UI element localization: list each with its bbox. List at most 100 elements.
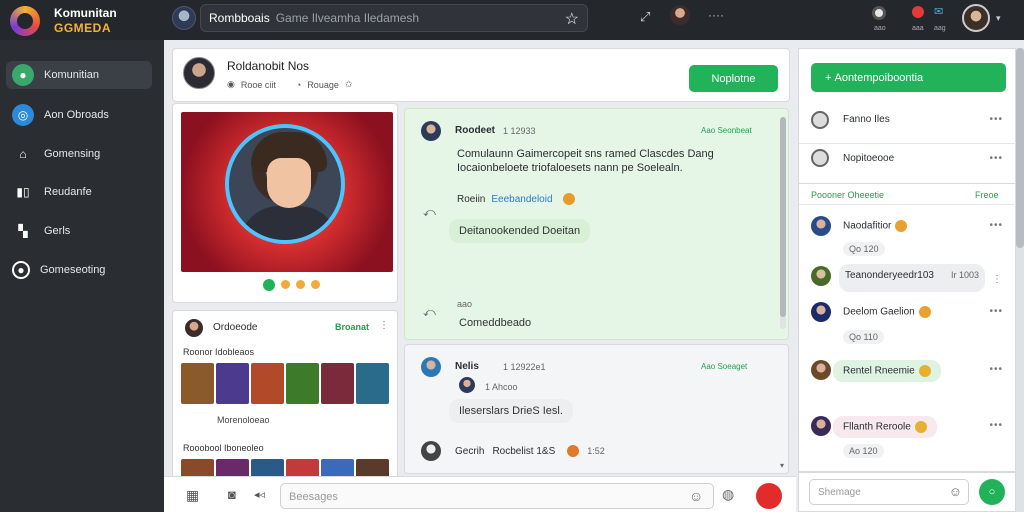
member-name[interactable]: Deelom Gaelion [843,307,915,318]
sticker-icon[interactable]: ◍ [722,486,734,503]
app-logo-icon[interactable] [10,6,40,36]
download-icon [811,149,829,167]
sidebar-item-gaming[interactable]: ⌂ Gomensing [6,140,152,168]
reply-icon[interactable]: ⤺ [423,205,436,220]
gallery-thumb[interactable] [216,363,249,404]
member-name[interactable]: Fllanth Reroole [843,422,911,433]
message-bubble: Deitanookended Doeitan [449,219,591,243]
member-name[interactable]: Rentel Rneemie [843,366,915,377]
sidebar-item-community[interactable]: ● Komunitian [6,61,152,89]
profile-avatar[interactable] [183,57,215,89]
more-icon[interactable]: ••• [989,153,1003,164]
user-avatar-small[interactable] [670,5,690,25]
more-icon[interactable]: ••• [989,420,1003,431]
emoji-picker-icon[interactable]: ☺ [689,488,703,504]
more-icon[interactable]: ••• [989,306,1003,317]
sidebar-item-settings[interactable]: ● Gomeseoting [6,256,152,284]
location-icon: ◉ [227,79,235,89]
new-discussion-button[interactable]: + Aontempoiboontia [811,63,1006,92]
chat-thread: Roodeet 1 12933 Aao Seonbeat Comulaunn G… [404,108,789,340]
message-bubble: Comeddbeado [459,317,532,329]
emoji-icon [562,193,575,205]
gallery-section-title-2: Rooobool Iboneoleo [183,443,264,453]
record-button[interactable] [756,483,782,509]
profile-header: Roldanobit Nos ◉ Rooe ciit ◔ Rouage ✩ No… [172,48,790,102]
send-button[interactable]: ○ [979,479,1005,505]
member-avatar[interactable] [811,360,831,380]
gallery-thumb[interactable] [356,363,389,404]
gallery-thumb[interactable] [321,363,354,404]
sidebar-item-reports[interactable]: ▮▯ Reudanfe [6,178,152,206]
gallery-thumb[interactable] [181,363,214,404]
hero-card [172,103,398,303]
more-icon[interactable]: ••• [989,220,1003,231]
more-dots-icon[interactable]: ···· [708,8,724,22]
expand-icon[interactable]: ⤢ [640,9,650,25]
message-avatar[interactable] [421,357,441,377]
gallery-user-name: Ordoeode [213,322,258,333]
channel-avatar[interactable] [172,6,196,30]
sidebar-item-about[interactable]: ◎ Aon Obroads [6,101,152,129]
panel-item-label[interactable]: Nopitoeooe [843,153,894,164]
status-icon[interactable] [872,6,886,20]
message-tag[interactable]: Aao Soeaget [701,362,747,371]
reply-avatar[interactable] [459,377,475,393]
more-icon[interactable]: ⋮ [992,274,1003,285]
reply-icon[interactable]: ⤺ [423,305,436,320]
message-tag[interactable]: Aao Seonbeat [701,126,752,135]
camera-icon[interactable]: ◙ [228,487,236,502]
member-avatar[interactable] [811,302,831,322]
gallery-thumb[interactable] [286,363,319,404]
scrollbar[interactable] [780,117,786,329]
more-icon[interactable]: ••• [989,364,1003,375]
gallery-user-avatar[interactable] [185,319,203,337]
more-icon[interactable]: ••• [989,114,1003,125]
grid-icon[interactable]: ▦ [186,487,199,504]
emoji-icon [918,365,931,377]
members-link[interactable]: Freoe [975,190,999,200]
emoji-icon [914,421,927,433]
message-text: Comulaunn Gaimercopeit sns ramed Clascde… [457,148,714,174]
member-avatar[interactable] [811,216,831,236]
sidebar-item-gerls[interactable]: ▚ Gerls [6,217,152,245]
star-icon[interactable]: ✩ [345,79,353,90]
emoji-picker-icon[interactable]: ☺ [949,484,962,499]
gallery-caption: Morenoloeao [217,415,270,425]
carousel-dots[interactable] [263,279,320,291]
sidebar-item-label: Gomeseoting [40,264,106,276]
member-name[interactable]: Naodafitior [843,221,891,232]
notification-icon[interactable] [912,6,924,18]
right-composer: Shemage ☺ ○ [798,472,1016,512]
right-message-placeholder: Shemage [818,487,861,498]
more-icon[interactable]: ⋮ [379,320,389,331]
message-avatar[interactable] [421,441,441,461]
chevron-down-icon[interactable]: ▾ [996,13,1001,24]
message-input[interactable]: Beesages ☺ [280,483,714,509]
emoji-icon [567,445,580,457]
follow-button[interactable]: Noplotne [689,65,778,92]
chat-icon[interactable]: ✉ [934,5,943,18]
member-avatar[interactable] [811,416,831,436]
composer-bar: ▦ ◙ ◂◃ Beesages ☺ ◍ [164,476,796,512]
audio-icon[interactable]: ◂◃ [254,488,265,501]
profile-avatar[interactable] [962,4,990,32]
right-message-input[interactable]: Shemage ☺ [809,479,969,505]
chart-icon: ▮▯ [16,185,30,199]
sidebar-item-label: Komunitian [44,69,100,81]
member-avatar[interactable] [811,266,831,286]
message-avatar[interactable] [421,121,441,141]
member-status: Qo 120 [843,242,885,256]
circle-icon: ● [12,261,30,279]
panel-item-label[interactable]: Fanno Iles [843,114,890,125]
top-bar: Komunitan GGMEDA Rombboais Game Ilveamha… [0,0,1024,40]
gallery-thumb[interactable] [251,363,284,404]
search-bar[interactable]: Rombboais Game Ilveamha Iledamesh ☆ [200,4,588,32]
message-bubble: Ileserslars DrieS Iesl. [449,399,573,423]
member-status: Ir 1003 [950,270,979,280]
scroll-down-icon[interactable]: ▾ [780,461,784,470]
mention-link[interactable]: Eeebandeloid [491,194,552,205]
page-scrollbar[interactable] [1016,48,1024,512]
star-icon[interactable]: ☆ [565,9,579,29]
member-name[interactable]: Teanonderyeedr103 [845,270,934,286]
gallery-tag[interactable]: Broanat [335,322,369,332]
